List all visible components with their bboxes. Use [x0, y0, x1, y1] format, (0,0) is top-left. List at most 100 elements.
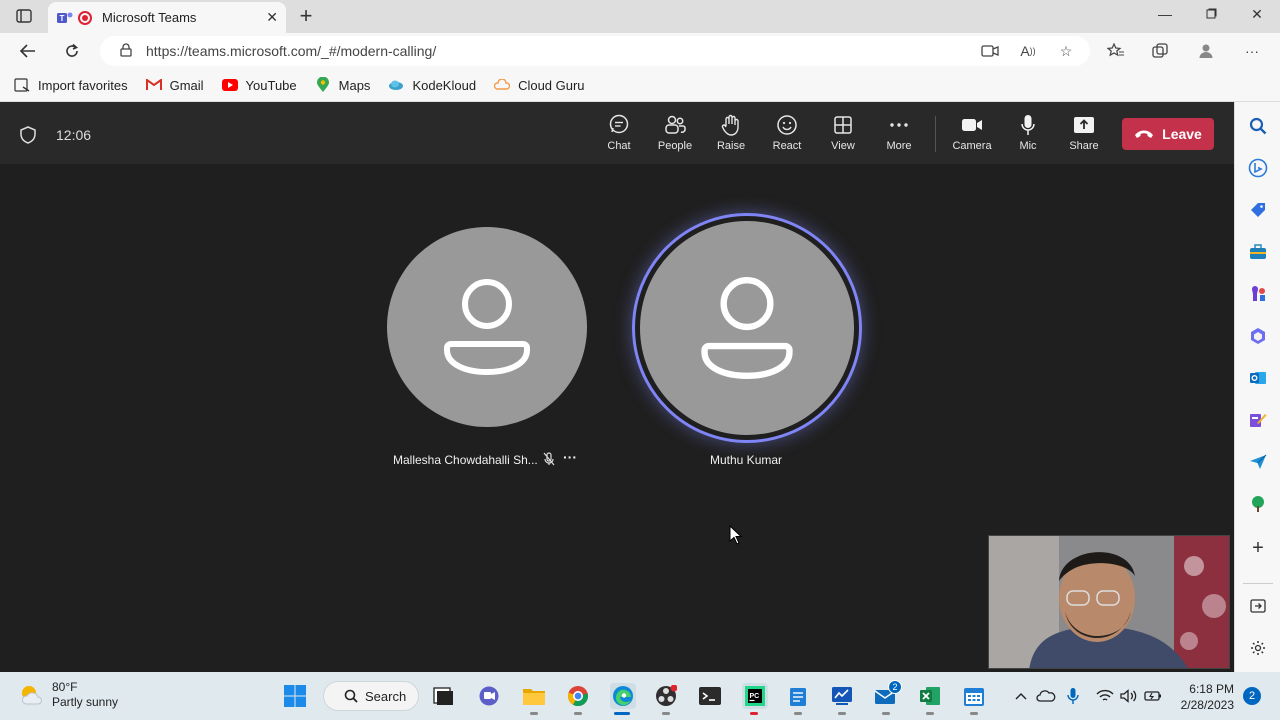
wifi-icon[interactable]	[1093, 684, 1117, 708]
more-button[interactable]: More	[873, 114, 925, 158]
notepad-icon[interactable]	[786, 684, 810, 708]
participant-options-icon[interactable]: ···	[563, 449, 577, 465]
taskbar-search[interactable]: Search	[323, 681, 419, 711]
leave-button[interactable]: Leave	[1122, 118, 1214, 150]
notification-badge[interactable]: 2	[1243, 687, 1261, 705]
close-tab-icon[interactable]: ✕	[266, 9, 278, 26]
shield-icon[interactable]	[20, 126, 36, 149]
favorites-icon[interactable]	[1106, 41, 1126, 61]
new-tab-icon[interactable]: +	[292, 3, 320, 28]
react-button[interactable]: React	[761, 114, 813, 158]
running-indicator	[882, 712, 890, 715]
browser-tab-teams[interactable]: T Microsoft Teams ✕	[48, 2, 286, 33]
obs-icon[interactable]	[654, 684, 678, 708]
bing-chat-icon[interactable]	[1248, 158, 1268, 178]
weather-widget[interactable]: 80°F Partly sunny	[18, 680, 118, 710]
people-button[interactable]: People	[649, 114, 701, 158]
minimize-icon[interactable]: —	[1150, 6, 1180, 22]
close-window-icon[interactable]: ✕	[1242, 6, 1272, 23]
search-icon[interactable]	[1248, 116, 1268, 136]
add-favorite-icon[interactable]: ☆	[1056, 41, 1076, 61]
microsoft-365-icon[interactable]	[1248, 326, 1268, 346]
clock-time: 6:18 PM	[1189, 682, 1234, 696]
add-sidebar-icon[interactable]: +	[1248, 537, 1268, 559]
collections-icon[interactable]	[1150, 41, 1170, 61]
calendar-icon[interactable]	[962, 684, 986, 708]
grid-view-icon	[834, 116, 852, 134]
tree-icon[interactable]	[1248, 494, 1268, 514]
self-video-preview[interactable]	[988, 535, 1230, 669]
restore-icon[interactable]	[1196, 6, 1226, 22]
terminal-icon[interactable]	[698, 684, 722, 708]
onedrive-icon[interactable]	[1034, 684, 1058, 708]
raise-hand-icon	[721, 114, 739, 136]
running-indicator	[574, 712, 582, 715]
view-button[interactable]: View	[817, 114, 869, 158]
tab-title: Microsoft Teams	[102, 10, 197, 25]
participant-avatar[interactable]	[387, 227, 587, 427]
lock-icon[interactable]	[120, 42, 132, 60]
pycharm-icon[interactable]: PC	[742, 683, 768, 709]
shopping-tag-icon[interactable]	[1248, 200, 1268, 220]
tools-briefcase-icon[interactable]	[1248, 242, 1268, 262]
settings-more-icon[interactable]: ···	[1242, 41, 1262, 61]
favorite-cloud-guru[interactable]: Cloud Guru	[494, 78, 585, 93]
share-screen-icon	[1074, 117, 1094, 133]
volume-icon[interactable]	[1117, 684, 1141, 708]
mouse-cursor-icon	[729, 524, 743, 550]
running-indicator	[794, 712, 802, 715]
favorite-kodekloud[interactable]: KodeKloud	[388, 78, 476, 93]
url-text: https://teams.microsoft.com/_#/modern-ca…	[146, 43, 437, 59]
hide-sidebar-icon[interactable]	[1248, 596, 1268, 616]
url-bar[interactable]: https://teams.microsoft.com/_#/modern-ca…	[100, 36, 1090, 66]
toolbar-divider	[935, 116, 936, 152]
favorite-gmail[interactable]: Gmail	[145, 78, 204, 93]
back-icon[interactable]	[16, 39, 40, 63]
tab-actions-icon[interactable]	[10, 4, 38, 28]
running-indicator	[926, 712, 934, 715]
favorite-maps[interactable]: Maps	[315, 77, 370, 93]
teams-chat-icon[interactable]	[477, 684, 501, 708]
edge-icon[interactable]	[610, 683, 636, 709]
file-explorer-icon[interactable]	[522, 684, 546, 708]
recording-icon	[78, 10, 92, 25]
outlook-icon[interactable]	[1248, 368, 1268, 388]
read-aloud-icon[interactable]: A))	[1018, 41, 1038, 61]
browser-tab-strip: T Microsoft Teams ✕ + — ✕	[0, 0, 1280, 33]
participant-name-label: Muthu Kumar	[710, 453, 783, 467]
task-view-icon[interactable]	[431, 684, 455, 708]
refresh-icon[interactable]	[60, 39, 84, 63]
running-indicator	[750, 712, 758, 715]
send-icon[interactable]	[1248, 452, 1268, 472]
teams-icon: T	[57, 12, 73, 23]
favorite-youtube[interactable]: YouTube	[221, 78, 297, 93]
designer-icon[interactable]	[1248, 410, 1268, 430]
gmail-icon	[145, 78, 162, 92]
svg-text:T: T	[60, 14, 65, 23]
sidebar-settings-icon[interactable]	[1248, 638, 1268, 658]
share-button[interactable]: Share	[1058, 114, 1110, 158]
games-icon[interactable]	[1248, 284, 1268, 304]
favorites-bar: Import favorites Gmail YouTube Maps Kode…	[0, 69, 1280, 102]
whiteboard-icon[interactable]	[830, 684, 854, 708]
chat-icon	[609, 114, 629, 134]
favorite-import[interactable]: Import favorites	[14, 78, 128, 93]
meeting-toolbar: 12:06 Chat People Raise React View More	[0, 102, 1234, 164]
participant-avatar[interactable]	[640, 221, 854, 435]
taskbar-clock[interactable]: 6:18 PM 2/28/2023	[1176, 681, 1234, 713]
chevron-up-icon[interactable]	[1009, 684, 1033, 708]
raise-hand-button[interactable]: Raise	[705, 114, 757, 158]
chat-button[interactable]: Chat	[593, 114, 645, 158]
start-icon[interactable]	[283, 684, 307, 708]
excel-icon[interactable]	[918, 684, 942, 708]
profile-icon[interactable]	[1196, 41, 1216, 61]
camera-permission-icon[interactable]	[980, 41, 1000, 61]
mic-button[interactable]: Mic	[1002, 114, 1054, 158]
smiley-icon	[777, 115, 797, 135]
running-indicator	[662, 712, 670, 715]
chrome-icon[interactable]	[566, 684, 590, 708]
tray-microphone-icon[interactable]	[1061, 684, 1085, 708]
battery-icon[interactable]	[1141, 684, 1165, 708]
camera-button[interactable]: Camera	[946, 114, 998, 158]
weather-description: Partly sunny	[52, 695, 119, 709]
